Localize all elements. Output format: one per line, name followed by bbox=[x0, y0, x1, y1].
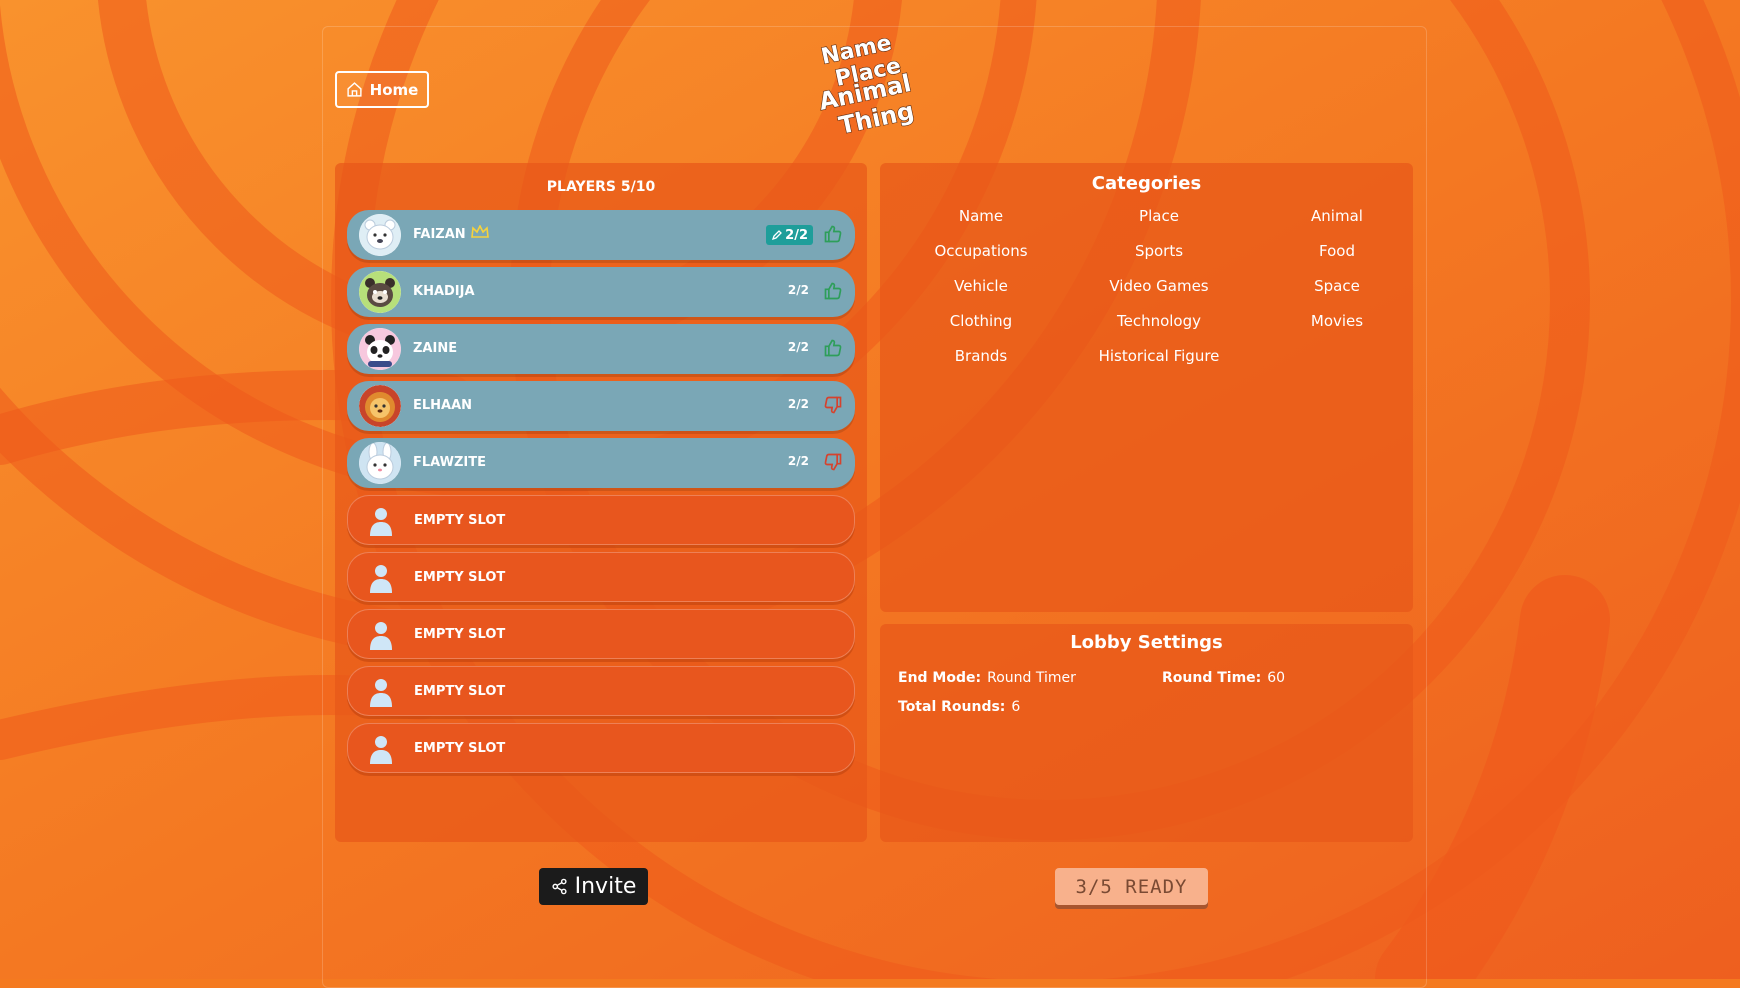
category-item: Video Games bbox=[1109, 277, 1209, 295]
rabbit-avatar bbox=[359, 442, 401, 484]
category-item: Sports bbox=[1134, 242, 1184, 260]
player-row[interactable]: FLAWZITE 2/2 bbox=[347, 438, 855, 488]
thumbs-down-icon bbox=[824, 396, 842, 414]
category-item: Technology bbox=[1116, 312, 1202, 330]
category-item: Movies bbox=[1310, 312, 1364, 330]
user-icon bbox=[370, 508, 392, 536]
player-name: KHADIJA bbox=[413, 284, 475, 299]
thumbs-up-icon bbox=[824, 339, 842, 357]
category-item: Place bbox=[1139, 207, 1179, 225]
score-badge: 2/2 bbox=[766, 225, 813, 245]
player-row[interactable]: ZAINE 2/2 bbox=[347, 324, 855, 374]
empty-slot: EMPTY SLOT bbox=[347, 495, 855, 545]
category-item: Food bbox=[1319, 242, 1355, 260]
thumbs-up-icon bbox=[824, 282, 842, 300]
category-item: Space bbox=[1314, 277, 1360, 295]
round-time-value: 60 bbox=[1267, 670, 1286, 686]
empty-slot-label: EMPTY SLOT bbox=[414, 513, 506, 528]
home-label: Home bbox=[369, 80, 419, 99]
end-mode-value: Round Timer bbox=[987, 670, 1076, 686]
category-item: Animal bbox=[1311, 207, 1363, 225]
empty-slot-label: EMPTY SLOT bbox=[414, 741, 506, 756]
player-score: 2/2 bbox=[785, 227, 808, 243]
player-name: ELHAAN bbox=[413, 398, 473, 413]
player-score: 2/2 bbox=[787, 340, 809, 354]
ready-button[interactable]: 3/5 READY bbox=[1055, 868, 1208, 905]
end-mode-label: End Mode: bbox=[898, 670, 982, 686]
categories-title: Categories bbox=[1091, 173, 1202, 194]
polar-bear-avatar bbox=[359, 214, 401, 256]
raccoon-avatar bbox=[359, 271, 401, 313]
player-name: FLAWZITE bbox=[413, 455, 486, 470]
empty-slot-label: EMPTY SLOT bbox=[414, 570, 506, 585]
user-icon bbox=[370, 679, 392, 707]
crown-icon bbox=[471, 225, 489, 238]
empty-slot-label: EMPTY SLOT bbox=[414, 627, 506, 642]
category-item: Clothing bbox=[949, 312, 1013, 330]
home-icon bbox=[347, 82, 362, 97]
end-mode-setting: End Mode: Round Timer bbox=[898, 670, 1076, 686]
total-rounds-value: 6 bbox=[1011, 699, 1021, 715]
user-icon bbox=[370, 565, 392, 593]
thumbs-down-icon bbox=[824, 453, 842, 471]
category-item: Brands bbox=[954, 347, 1008, 365]
category-item: Occupations bbox=[934, 242, 1028, 260]
empty-slot: EMPTY SLOT bbox=[347, 552, 855, 602]
empty-slot: EMPTY SLOT bbox=[347, 609, 855, 659]
user-icon bbox=[370, 622, 392, 650]
players-title: PLAYERS 5/10 bbox=[546, 179, 656, 195]
player-score: 2/2 bbox=[787, 397, 809, 411]
empty-slot: EMPTY SLOT bbox=[347, 666, 855, 716]
game-logo: Name Place Animal Thing bbox=[816, 38, 917, 138]
empty-slot-label: EMPTY SLOT bbox=[414, 684, 506, 699]
player-score: 2/2 bbox=[787, 454, 809, 468]
share-icon bbox=[552, 878, 567, 895]
player-row[interactable]: KHADIJA 2/2 bbox=[347, 267, 855, 317]
empty-slot: EMPTY SLOT bbox=[347, 723, 855, 773]
categories-grid: Name Place Animal Occupations Sports Foo… bbox=[892, 205, 1424, 367]
lobby-settings-panel: Lobby Settings End Mode: Round Timer Roun… bbox=[880, 624, 1413, 842]
category-item: Historical Figure bbox=[1098, 347, 1220, 365]
category-item: Name bbox=[958, 207, 1004, 225]
player-score: 2/2 bbox=[787, 283, 809, 297]
panda-avatar bbox=[359, 328, 401, 370]
ready-label: 3/5 READY bbox=[1075, 875, 1188, 898]
lobby-settings-title: Lobby Settings bbox=[1070, 632, 1223, 653]
categories-panel: Categories Name Place Animal Occupations… bbox=[880, 163, 1413, 612]
round-time-label: Round Time: bbox=[1162, 670, 1262, 686]
players-panel: PLAYERS 5/10 FAIZAN 2/2 KHADIJA 2/2 ZAIN… bbox=[335, 163, 867, 842]
thumbs-up-icon bbox=[824, 225, 842, 243]
total-rounds-label: Total Rounds: bbox=[898, 699, 1006, 715]
invite-label: Invite bbox=[574, 874, 637, 899]
category-item: Vehicle bbox=[954, 277, 1008, 295]
invite-button[interactable]: Invite bbox=[539, 868, 648, 905]
total-rounds-setting: Total Rounds: 6 bbox=[898, 699, 1020, 715]
player-name: FAIZAN bbox=[413, 227, 466, 242]
player-row[interactable]: FAIZAN 2/2 bbox=[347, 210, 855, 260]
pencil-icon bbox=[772, 230, 783, 241]
home-button[interactable]: Home bbox=[335, 71, 429, 108]
player-name: ZAINE bbox=[413, 341, 458, 356]
round-time-setting: Round Time: 60 bbox=[1162, 670, 1285, 686]
lion-avatar bbox=[359, 385, 401, 427]
user-icon bbox=[370, 736, 392, 764]
player-row[interactable]: ELHAAN 2/2 bbox=[347, 381, 855, 431]
